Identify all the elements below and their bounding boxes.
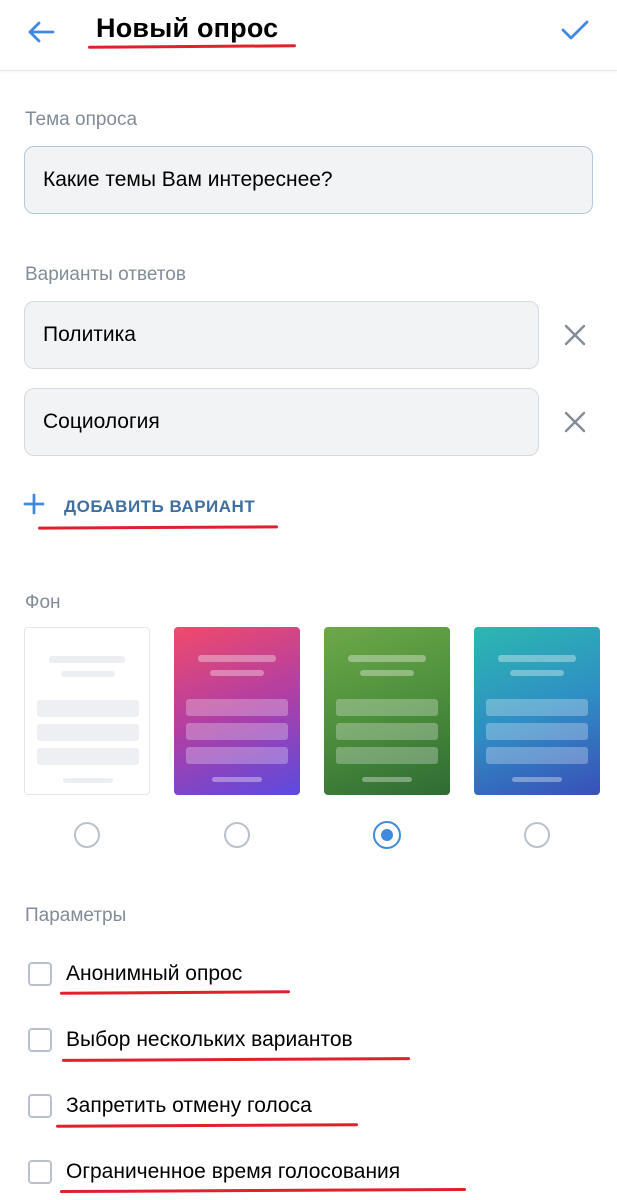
topic-section-label: Тема опроса — [25, 109, 138, 130]
param-limited-time[interactable]: Ограниченное время голосования — [28, 1160, 400, 1184]
param-label: Ограниченное время голосования — [66, 1160, 401, 1183]
background-radio-teal-blue[interactable] — [524, 822, 550, 848]
topic-input-value: Какие темы Вам интереснее? — [43, 168, 333, 191]
annotation-underline-param-2 — [61, 1057, 411, 1062]
checkbox[interactable] — [28, 962, 52, 986]
param-label: Выбор нескольких вариантов — [66, 1028, 353, 1051]
answer-input-2[interactable]: Социология — [24, 388, 539, 456]
background-radio-green[interactable] — [373, 821, 401, 849]
checkbox[interactable] — [28, 1028, 52, 1052]
checkbox[interactable] — [28, 1160, 52, 1184]
annotation-underline-param-1 — [59, 990, 291, 995]
checkbox[interactable] — [28, 1094, 52, 1118]
add-option-button[interactable]: ДОБАВИТЬ ВАРИАНТ — [22, 492, 255, 522]
param-forbid-vote-cancel[interactable]: Запретить отмену голоса — [28, 1094, 312, 1118]
top-bar — [0, 0, 617, 71]
close-icon — [564, 411, 586, 433]
plus-icon — [22, 492, 52, 522]
topic-input[interactable]: Какие темы Вам интереснее? — [24, 146, 593, 214]
param-anonymous[interactable]: Анонимный опрос — [28, 962, 242, 986]
param-label: Анонимный опрос — [66, 962, 243, 985]
background-radio-pink-purple[interactable] — [224, 822, 250, 848]
checkmark-icon — [561, 20, 589, 40]
annotation-underline-param-4 — [59, 1187, 467, 1193]
page-title: Новый опрос — [96, 13, 279, 43]
background-option-teal-blue[interactable] — [474, 627, 600, 795]
answer-input-value: Социология — [43, 410, 160, 433]
background-option-white[interactable] — [24, 627, 150, 795]
remove-answer-1-button[interactable] — [555, 315, 595, 355]
annotation-underline-param-3 — [55, 1123, 359, 1128]
back-button[interactable] — [18, 14, 64, 50]
param-label: Запретить отмену голоса — [66, 1094, 312, 1117]
arrow-left-icon — [28, 21, 55, 43]
annotation-underline-add-option — [37, 525, 279, 530]
answer-input-1[interactable]: Политика — [24, 301, 539, 369]
add-option-label: ДОБАВИТЬ ВАРИАНТ — [64, 497, 256, 516]
param-multiple-choice[interactable]: Выбор нескольких вариантов — [28, 1028, 353, 1052]
remove-answer-2-button[interactable] — [555, 402, 595, 442]
answers-section-label: Варианты ответов — [25, 264, 186, 285]
params-section-label: Параметры — [25, 905, 127, 926]
done-button[interactable] — [555, 12, 595, 48]
answer-input-value: Политика — [43, 323, 136, 346]
background-section-label: Фон — [25, 592, 61, 613]
background-option-green[interactable] — [324, 627, 450, 795]
close-icon — [564, 324, 586, 346]
background-option-pink-purple[interactable] — [174, 627, 300, 795]
background-radio-white[interactable] — [74, 822, 100, 848]
